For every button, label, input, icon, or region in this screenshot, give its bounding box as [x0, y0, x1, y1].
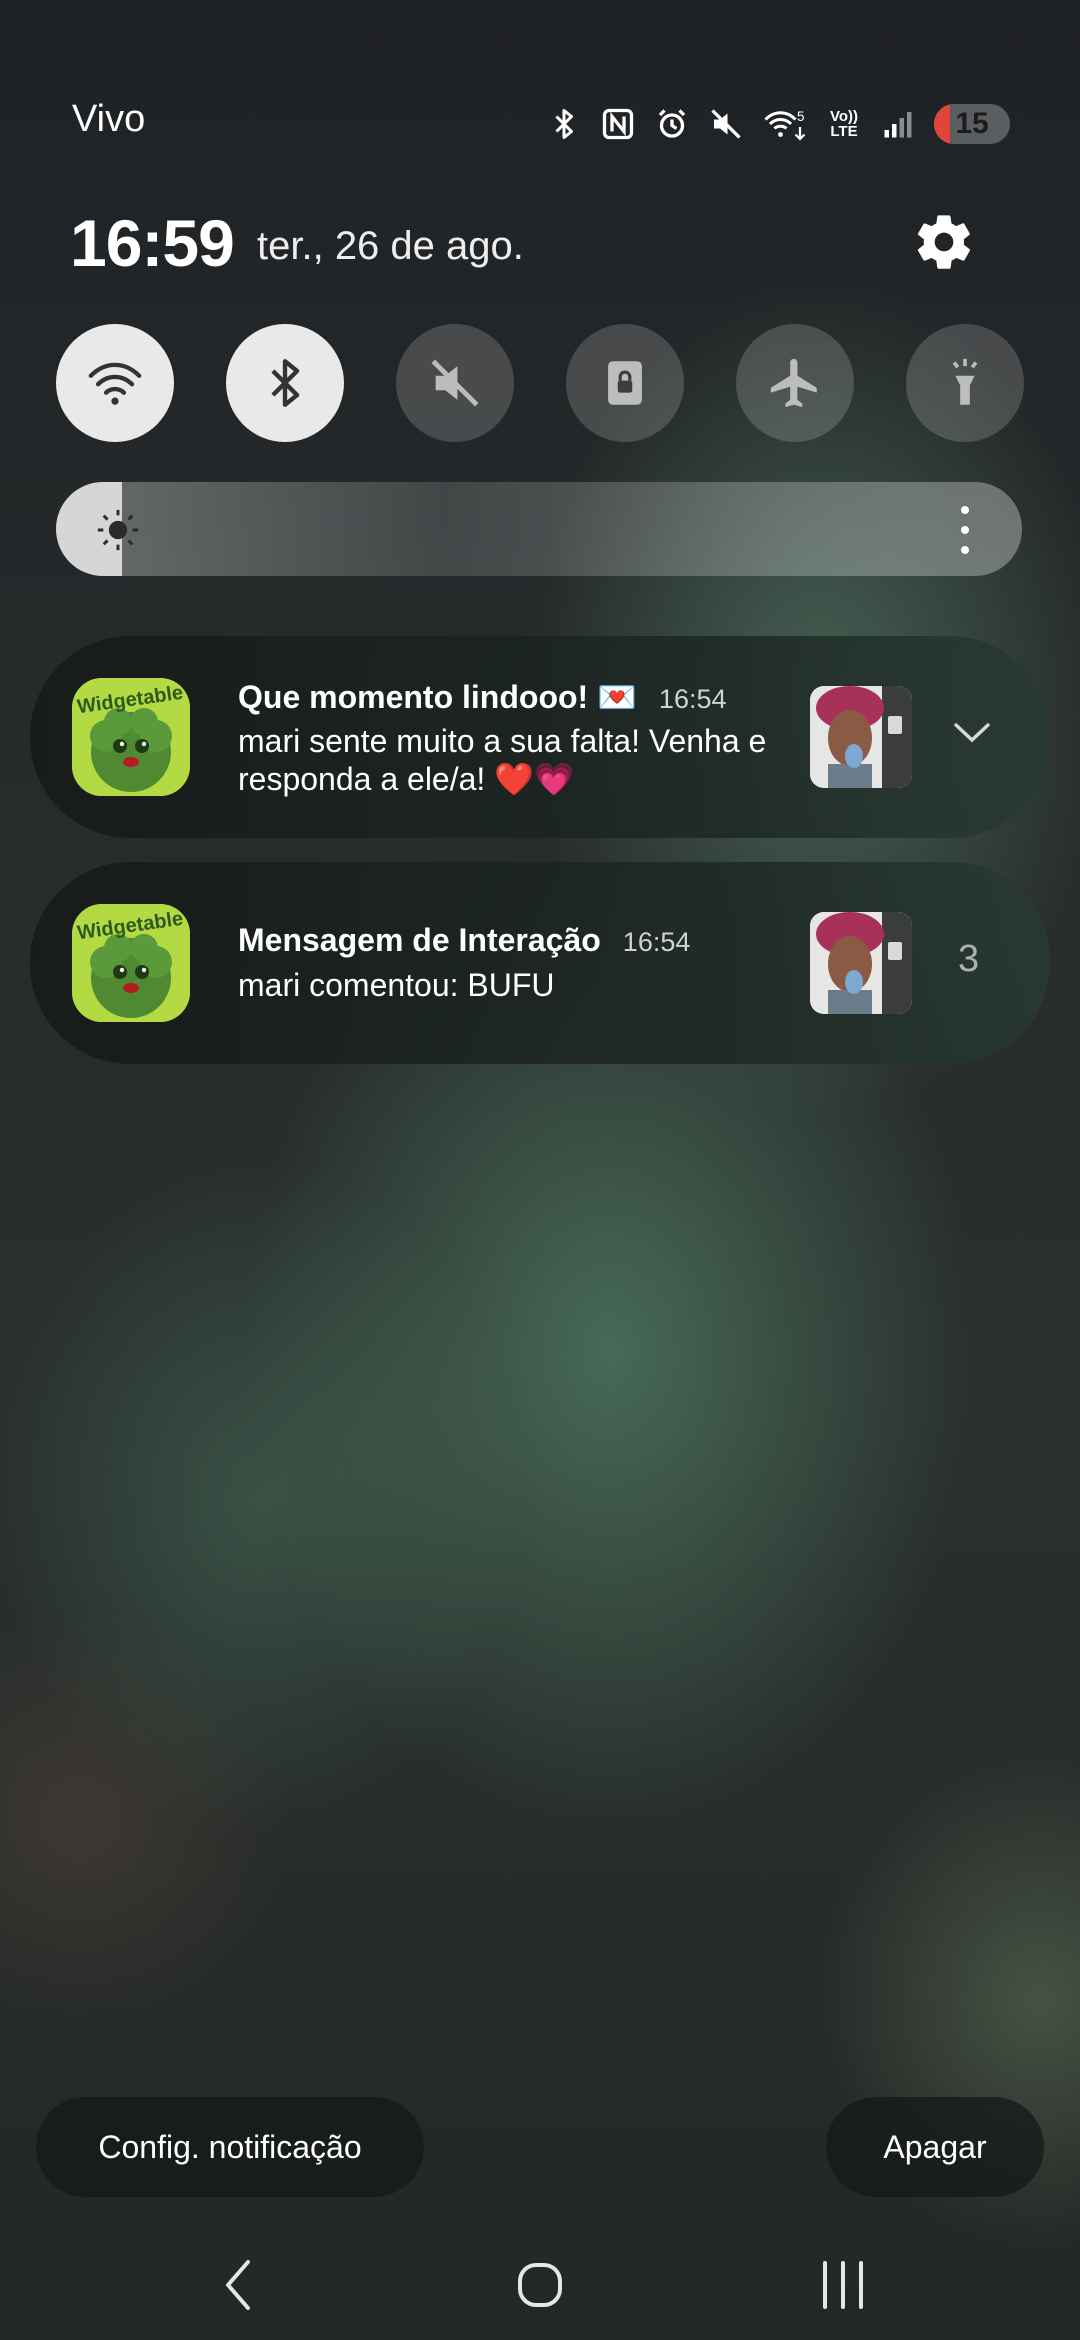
battery-indicator: 15	[934, 104, 1010, 144]
battery-fill	[934, 104, 950, 144]
volte-bottom-label: LTE	[830, 123, 858, 140]
notification-header: Mensagem de Interação 16:54	[238, 922, 690, 959]
widgetable-app-icon[interactable]: Widgetable	[72, 904, 190, 1022]
flashlight-toggle[interactable]	[906, 324, 1024, 442]
lock-icon	[608, 361, 642, 405]
mute-icon	[708, 104, 744, 144]
signal-icon	[880, 104, 916, 144]
airplane-toggle[interactable]	[736, 324, 854, 442]
notification-body: mari comentou: BUFU	[238, 967, 555, 1003]
bluetooth-icon	[271, 359, 300, 407]
notification-time: 16:54	[622, 927, 691, 957]
rotation-lock-toggle[interactable]	[566, 324, 684, 442]
mute-icon	[431, 359, 479, 407]
notification-count-badge[interactable]: 3	[958, 938, 979, 981]
notification-thumbnail[interactable]	[810, 912, 912, 1014]
wifi-icon	[88, 362, 142, 405]
volte-icon: Vo)) LTE	[826, 104, 862, 144]
notification-body: mari sente muito a sua falta! Venha e re…	[238, 723, 767, 797]
wifi-toggle[interactable]	[56, 324, 174, 442]
wifi-icon: 5	[762, 104, 808, 144]
chevron-down-icon[interactable]	[952, 720, 992, 746]
wifi-generation: 5	[797, 109, 805, 124]
carrier-name: Vivo	[72, 98, 146, 140]
settings-gear-icon[interactable]	[912, 210, 976, 274]
bluetooth-toggle[interactable]	[226, 324, 344, 442]
flashlight-icon	[952, 358, 978, 405]
volte-top-label: Vo))	[829, 108, 859, 125]
notification-settings-button[interactable]: Config. notificação	[36, 2097, 424, 2197]
home-icon[interactable]	[505, 2250, 575, 2320]
recents-icon[interactable]	[808, 2250, 878, 2320]
notification-title: Mensagem de Interação	[238, 922, 601, 958]
airplane-icon	[770, 358, 817, 408]
battery-level: 15	[955, 107, 989, 140]
widgetable-app-icon[interactable]: Widgetable	[72, 678, 190, 796]
status-icons: 5 Vo)) LTE 15	[546, 104, 1010, 144]
notification-thumbnail[interactable]	[810, 686, 912, 788]
clear-all-button[interactable]: Apagar	[826, 2097, 1044, 2197]
back-icon[interactable]	[204, 2250, 274, 2320]
notification-header: Que momento lindooo! 💌 16:54	[238, 678, 727, 716]
brightness-slider[interactable]	[56, 482, 1022, 576]
notification-title: Que momento lindooo! 💌	[238, 679, 637, 715]
notification-time: 16:54	[658, 684, 727, 714]
date[interactable]: ter., 26 de ago.	[257, 224, 524, 269]
alarm-icon	[654, 104, 690, 144]
brightness-sun-icon	[96, 508, 140, 552]
nfc-icon	[600, 104, 636, 144]
clock[interactable]: 16:59	[70, 205, 235, 281]
bluetooth-icon	[546, 104, 582, 144]
more-options-icon[interactable]	[958, 502, 972, 558]
sound-toggle[interactable]	[396, 324, 514, 442]
